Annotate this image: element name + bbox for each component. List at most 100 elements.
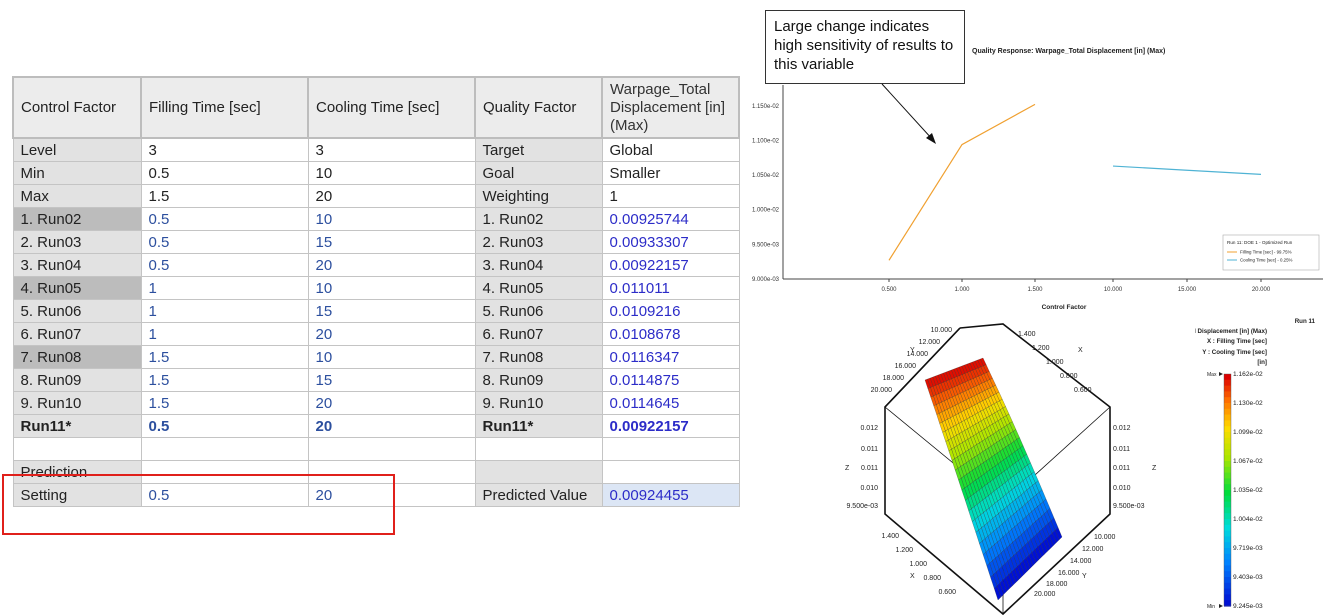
colorbar-cell xyxy=(1224,478,1231,485)
chart-title: Quality Response: Warpage_Total Displace… xyxy=(972,48,1165,55)
colorbar-max-label: Max xyxy=(1207,372,1217,378)
table-cell-c4: 9. Run10 xyxy=(474,391,603,415)
table-cell-c5 xyxy=(601,460,740,484)
colorbar-cell xyxy=(1224,524,1231,532)
colorbar-label: 9.719e-03 xyxy=(1233,545,1263,552)
table-cell-c2: 1.5 xyxy=(140,184,309,208)
table-cell-c3: 10 xyxy=(307,345,476,369)
y-tick-label: 1.050e-02 xyxy=(752,173,780,179)
table-row xyxy=(12,437,740,461)
table-cell-c2: 1 xyxy=(140,299,309,323)
y-tick-label: 1.150e-02 xyxy=(752,104,780,110)
header-warpage: Warpage_Total Displacement [in] (Max) xyxy=(601,76,740,139)
colorbar-label: 1.130e-02 xyxy=(1233,400,1263,407)
x-axis-letter-bottom: X xyxy=(910,573,915,580)
table-cell-c4 xyxy=(474,437,603,461)
y-tick-label-top: 18.000 xyxy=(883,375,905,382)
table-cell-c2: 1.5 xyxy=(140,391,309,415)
y-axis-letter-bottom: Y xyxy=(1082,573,1087,580)
table-cell-c4: 7. Run08 xyxy=(474,345,603,369)
z-tick-label-right: 0.010 xyxy=(1113,485,1131,492)
quality-response-chart: Quality Response: Warpage_Total Displace… xyxy=(752,48,1323,311)
table-cell-c4: 2. Run03 xyxy=(474,230,603,254)
table-cell-c5: 0.00924455 xyxy=(601,483,740,507)
table-cell-c3: 20 xyxy=(307,184,476,208)
table-cell-c1: 1. Run02 xyxy=(12,207,142,231)
table-cell-c5: 0.0114645 xyxy=(601,391,740,415)
prediction-highlight-box xyxy=(2,474,395,535)
table-cell-c3: 15 xyxy=(307,299,476,323)
series-line-0 xyxy=(888,103,1036,261)
z-tick-label-right: 0.011 xyxy=(1113,465,1130,472)
table-cell-c1: 2. Run03 xyxy=(12,230,142,254)
table-row: 9. Run10 1.5 20 9. Run10 0.0114645 xyxy=(12,391,740,415)
x-tick-label: 1.000 xyxy=(954,287,970,293)
colorbar-cell xyxy=(1224,414,1231,421)
colorbar-cell xyxy=(1224,600,1231,607)
table-cell-c3 xyxy=(307,437,476,461)
x-tick-label-bottom: 1.400 xyxy=(881,533,899,540)
y-tick-label-bottom: 10.000 xyxy=(1094,534,1116,541)
z-axis-letter-left: Z xyxy=(845,465,850,472)
surface-plot: 10.000 12.000 14.000 16.000 18.000 20.000 Y 1.4… xyxy=(845,323,1157,616)
x-tick-label: 1.500 xyxy=(1027,287,1043,293)
surface-title: Run 11 xyxy=(1295,318,1316,325)
table-cell-c3: 15 xyxy=(307,230,476,254)
colorbar-cell xyxy=(1224,437,1231,445)
y-tick-label-top: 16.000 xyxy=(895,363,917,370)
table-cell-c2 xyxy=(140,437,309,461)
callout-arrow xyxy=(881,83,934,141)
x-tick-label-bottom: 0.600 xyxy=(938,589,956,596)
table-cell-c4: Predicted Value xyxy=(474,483,603,507)
y-tick-label-bottom: 18.000 xyxy=(1046,581,1068,588)
y-tick-label-top: 12.000 xyxy=(919,339,941,346)
z-tick-label-right: 9.500e-03 xyxy=(1113,503,1145,510)
table-cell-c2: 0.5 xyxy=(140,230,309,254)
z-tick-label-right: 0.011 xyxy=(1113,446,1130,453)
colorbar-cell xyxy=(1224,374,1231,381)
table-cell-c1: 4. Run05 xyxy=(12,276,142,300)
series-line-1 xyxy=(1112,165,1262,175)
y-tick-label: 9.000e-03 xyxy=(752,277,780,283)
table-cell-c1: 3. Run04 xyxy=(12,253,142,277)
colorbar-cell xyxy=(1224,490,1231,497)
colorbar-cell xyxy=(1224,571,1231,578)
surface-colorbar: Run 11 Z : Warpage_Total Displacement [in… xyxy=(1195,318,1316,610)
colorbar-cell xyxy=(1224,472,1231,479)
y-tick-label: 1.000e-02 xyxy=(752,208,780,214)
colorbar-cell xyxy=(1224,507,1231,514)
x-axis-label: Control Factor xyxy=(1042,304,1087,311)
colorbar-label: 9.403e-03 xyxy=(1233,574,1263,581)
legend-entry: Filling Time [sec] - 99.75% xyxy=(1240,250,1292,255)
colorbar-cell xyxy=(1224,519,1231,526)
surface-x-label: X : Filling Time [sec] xyxy=(1207,338,1267,345)
z-tick-label-right: 0.012 xyxy=(1113,425,1131,432)
x-tick-label-top: 0.600 xyxy=(1074,387,1092,394)
table-cell-c1: 9. Run10 xyxy=(12,391,142,415)
surface-y-label: Y : Cooling Time [sec] xyxy=(1202,349,1267,356)
table-row: 7. Run08 1.5 10 7. Run08 0.0116347 xyxy=(12,345,740,369)
colorbar-label: 1.162e-02 xyxy=(1233,371,1263,378)
table-cell-c3: 10 xyxy=(307,161,476,185)
colorbar-label: 1.099e-02 xyxy=(1233,429,1263,436)
table-cell-c2: 3 xyxy=(140,137,309,162)
table-cell-c5: Smaller xyxy=(601,161,740,185)
colorbar-cell xyxy=(1224,513,1231,520)
table-cell-c5: 0.0108678 xyxy=(601,322,740,346)
y-tick-label: 9.500e-03 xyxy=(752,242,780,248)
z-tick-label-left: 0.011 xyxy=(861,465,878,472)
table-cell-c4: Run11* xyxy=(474,414,603,438)
table-row: 3. Run04 0.5 20 3. Run04 0.00922157 xyxy=(12,253,740,277)
y-tick-label: 1.100e-02 xyxy=(752,138,780,144)
colorbar-cell xyxy=(1224,385,1231,392)
colorbar-cell xyxy=(1224,443,1231,450)
legend-entry: Cooling Time [sec] - 0.25% xyxy=(1240,258,1293,263)
table-row: 8. Run09 1.5 15 8. Run09 0.0114875 xyxy=(12,368,740,392)
colorbar-cell xyxy=(1224,426,1231,433)
table-row: 2. Run03 0.5 15 2. Run03 0.00933307 xyxy=(12,230,740,254)
table-cell-c5: Global xyxy=(601,137,740,162)
surface-unit: [in] xyxy=(1257,359,1267,366)
table-cell-c5: 0.00933307 xyxy=(601,230,740,254)
table-header-row: Control Factor Filling Time [sec] Coolin… xyxy=(12,76,740,139)
colorbar-cell xyxy=(1224,501,1231,508)
